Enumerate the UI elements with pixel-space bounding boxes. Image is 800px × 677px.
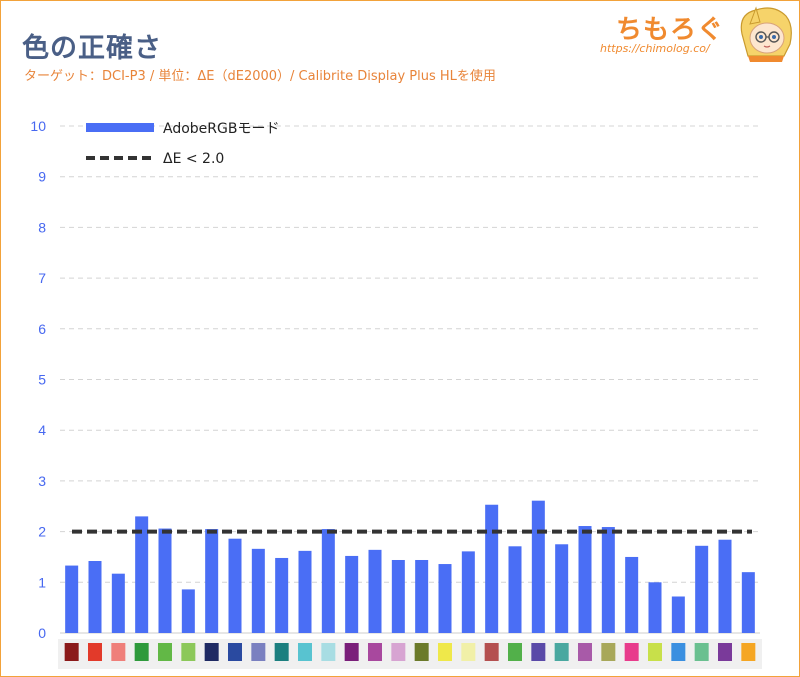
y-tick-label: 8 (38, 219, 46, 235)
color-swatch (461, 643, 476, 661)
y-tick-label: 3 (38, 473, 46, 489)
color-swatch (694, 643, 709, 661)
bar (695, 545, 709, 633)
color-swatch (88, 643, 102, 661)
color-swatch (298, 643, 312, 661)
color-swatch (111, 643, 126, 661)
y-axis-ticks: 0 1 2 3 4 5 6 7 8 9 10 (30, 118, 46, 641)
bar (275, 557, 289, 633)
color-swatch (554, 643, 569, 661)
color-swatch (414, 643, 429, 661)
color-swatch (181, 643, 196, 661)
bar (205, 529, 219, 633)
chart-area: 0 1 2 3 4 5 6 7 8 9 10 AdobeRGBモード ΔE < 2.0 (30, 118, 762, 669)
color-swatch (601, 643, 616, 661)
bar (111, 573, 125, 633)
bar (718, 539, 732, 633)
bar (741, 572, 755, 633)
legend-label-series: AdobeRGBモード (163, 121, 279, 137)
color-swatch (134, 643, 149, 661)
bar (625, 556, 639, 633)
color-swatch (391, 643, 406, 661)
color-swatch (578, 643, 592, 661)
bar (65, 565, 79, 633)
color-swatch (438, 643, 452, 661)
legend: AdobeRGBモード ΔE < 2.0 (86, 121, 279, 167)
y-tick-label: 4 (38, 422, 46, 438)
legend-swatch-series (86, 123, 154, 132)
bar (135, 516, 149, 633)
legend-label-reference: ΔE < 2.0 (163, 151, 224, 167)
color-swatch (508, 643, 522, 661)
bar (298, 550, 312, 633)
color-swatch (718, 643, 732, 661)
bar (485, 504, 499, 633)
color-swatch (321, 643, 336, 661)
y-tick-label: 10 (30, 118, 46, 134)
bar (88, 561, 102, 633)
bar (671, 596, 685, 633)
color-swatch (484, 643, 499, 661)
color-swatch (624, 643, 639, 661)
y-tick-label: 2 (38, 524, 46, 540)
bar (158, 528, 172, 633)
bar (461, 551, 475, 633)
bar (391, 559, 405, 633)
bar (578, 526, 592, 633)
bar (415, 559, 429, 633)
color-swatch (64, 643, 79, 661)
color-swatch (158, 643, 172, 661)
color-swatch (274, 643, 289, 661)
color-swatch (648, 643, 662, 661)
bar (228, 538, 242, 633)
bar (438, 564, 452, 633)
bar (321, 529, 335, 633)
color-swatch (228, 643, 242, 661)
y-tick-label: 9 (38, 169, 46, 185)
bar (531, 500, 545, 633)
color-swatch (368, 643, 382, 661)
color-swatch (531, 643, 546, 661)
color-swatch (741, 643, 756, 661)
bar (508, 546, 522, 633)
color-swatch (251, 643, 266, 661)
y-tick-label: 1 (38, 574, 46, 590)
bar (181, 589, 195, 633)
color-swatch (204, 643, 219, 661)
bar (648, 582, 662, 633)
bar (345, 555, 359, 633)
bar (368, 549, 382, 633)
bar (601, 527, 615, 633)
color-swatches (58, 639, 762, 669)
y-tick-label: 5 (38, 372, 46, 388)
bar (251, 548, 265, 633)
y-tick-label: 6 (38, 321, 46, 337)
y-tick-label: 0 (38, 625, 46, 641)
bar-series (65, 500, 755, 633)
bar (555, 544, 569, 633)
color-swatch (671, 643, 686, 661)
y-tick-label: 7 (38, 270, 46, 286)
color-swatch (344, 643, 359, 661)
